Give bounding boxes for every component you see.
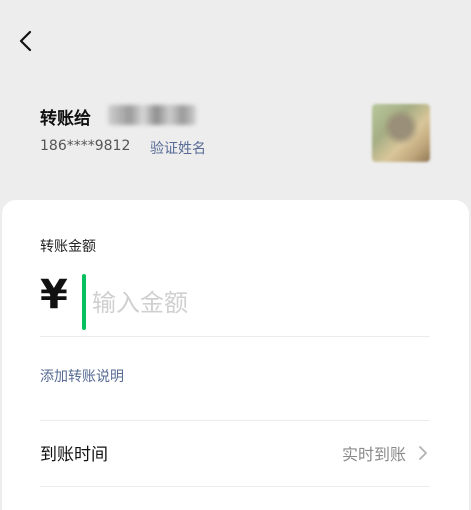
amount-label: 转账金额	[40, 239, 96, 255]
recipient-phone: 186****9812	[40, 138, 131, 154]
top-bar	[0, 0, 471, 80]
recipient-avatar	[372, 104, 430, 162]
transfer-card: 转账金额 ¥ 添加转账说明 到账时间 实时到账	[2, 200, 469, 510]
chevron-right-icon	[419, 446, 427, 460]
amount-input[interactable]	[90, 280, 424, 326]
amount-divider	[40, 336, 430, 337]
back-button[interactable]	[12, 26, 40, 56]
currency-symbol: ¥	[40, 272, 68, 318]
chevron-left-icon	[19, 30, 32, 52]
arrival-time-row[interactable]: 到账时间 实时到账	[40, 436, 432, 470]
transfer-to-title: 转账给	[40, 109, 91, 129]
verify-name-link[interactable]: 验证姓名	[150, 138, 206, 158]
arrival-time-label: 到账时间	[40, 445, 108, 465]
add-note-link[interactable]: 添加转账说明	[40, 366, 124, 386]
note-divider	[40, 420, 430, 421]
arrival-divider	[40, 486, 430, 487]
recipient-name-blurred	[108, 105, 196, 125]
input-cursor	[82, 274, 86, 330]
arrival-time-value: 实时到账	[341, 445, 406, 464]
